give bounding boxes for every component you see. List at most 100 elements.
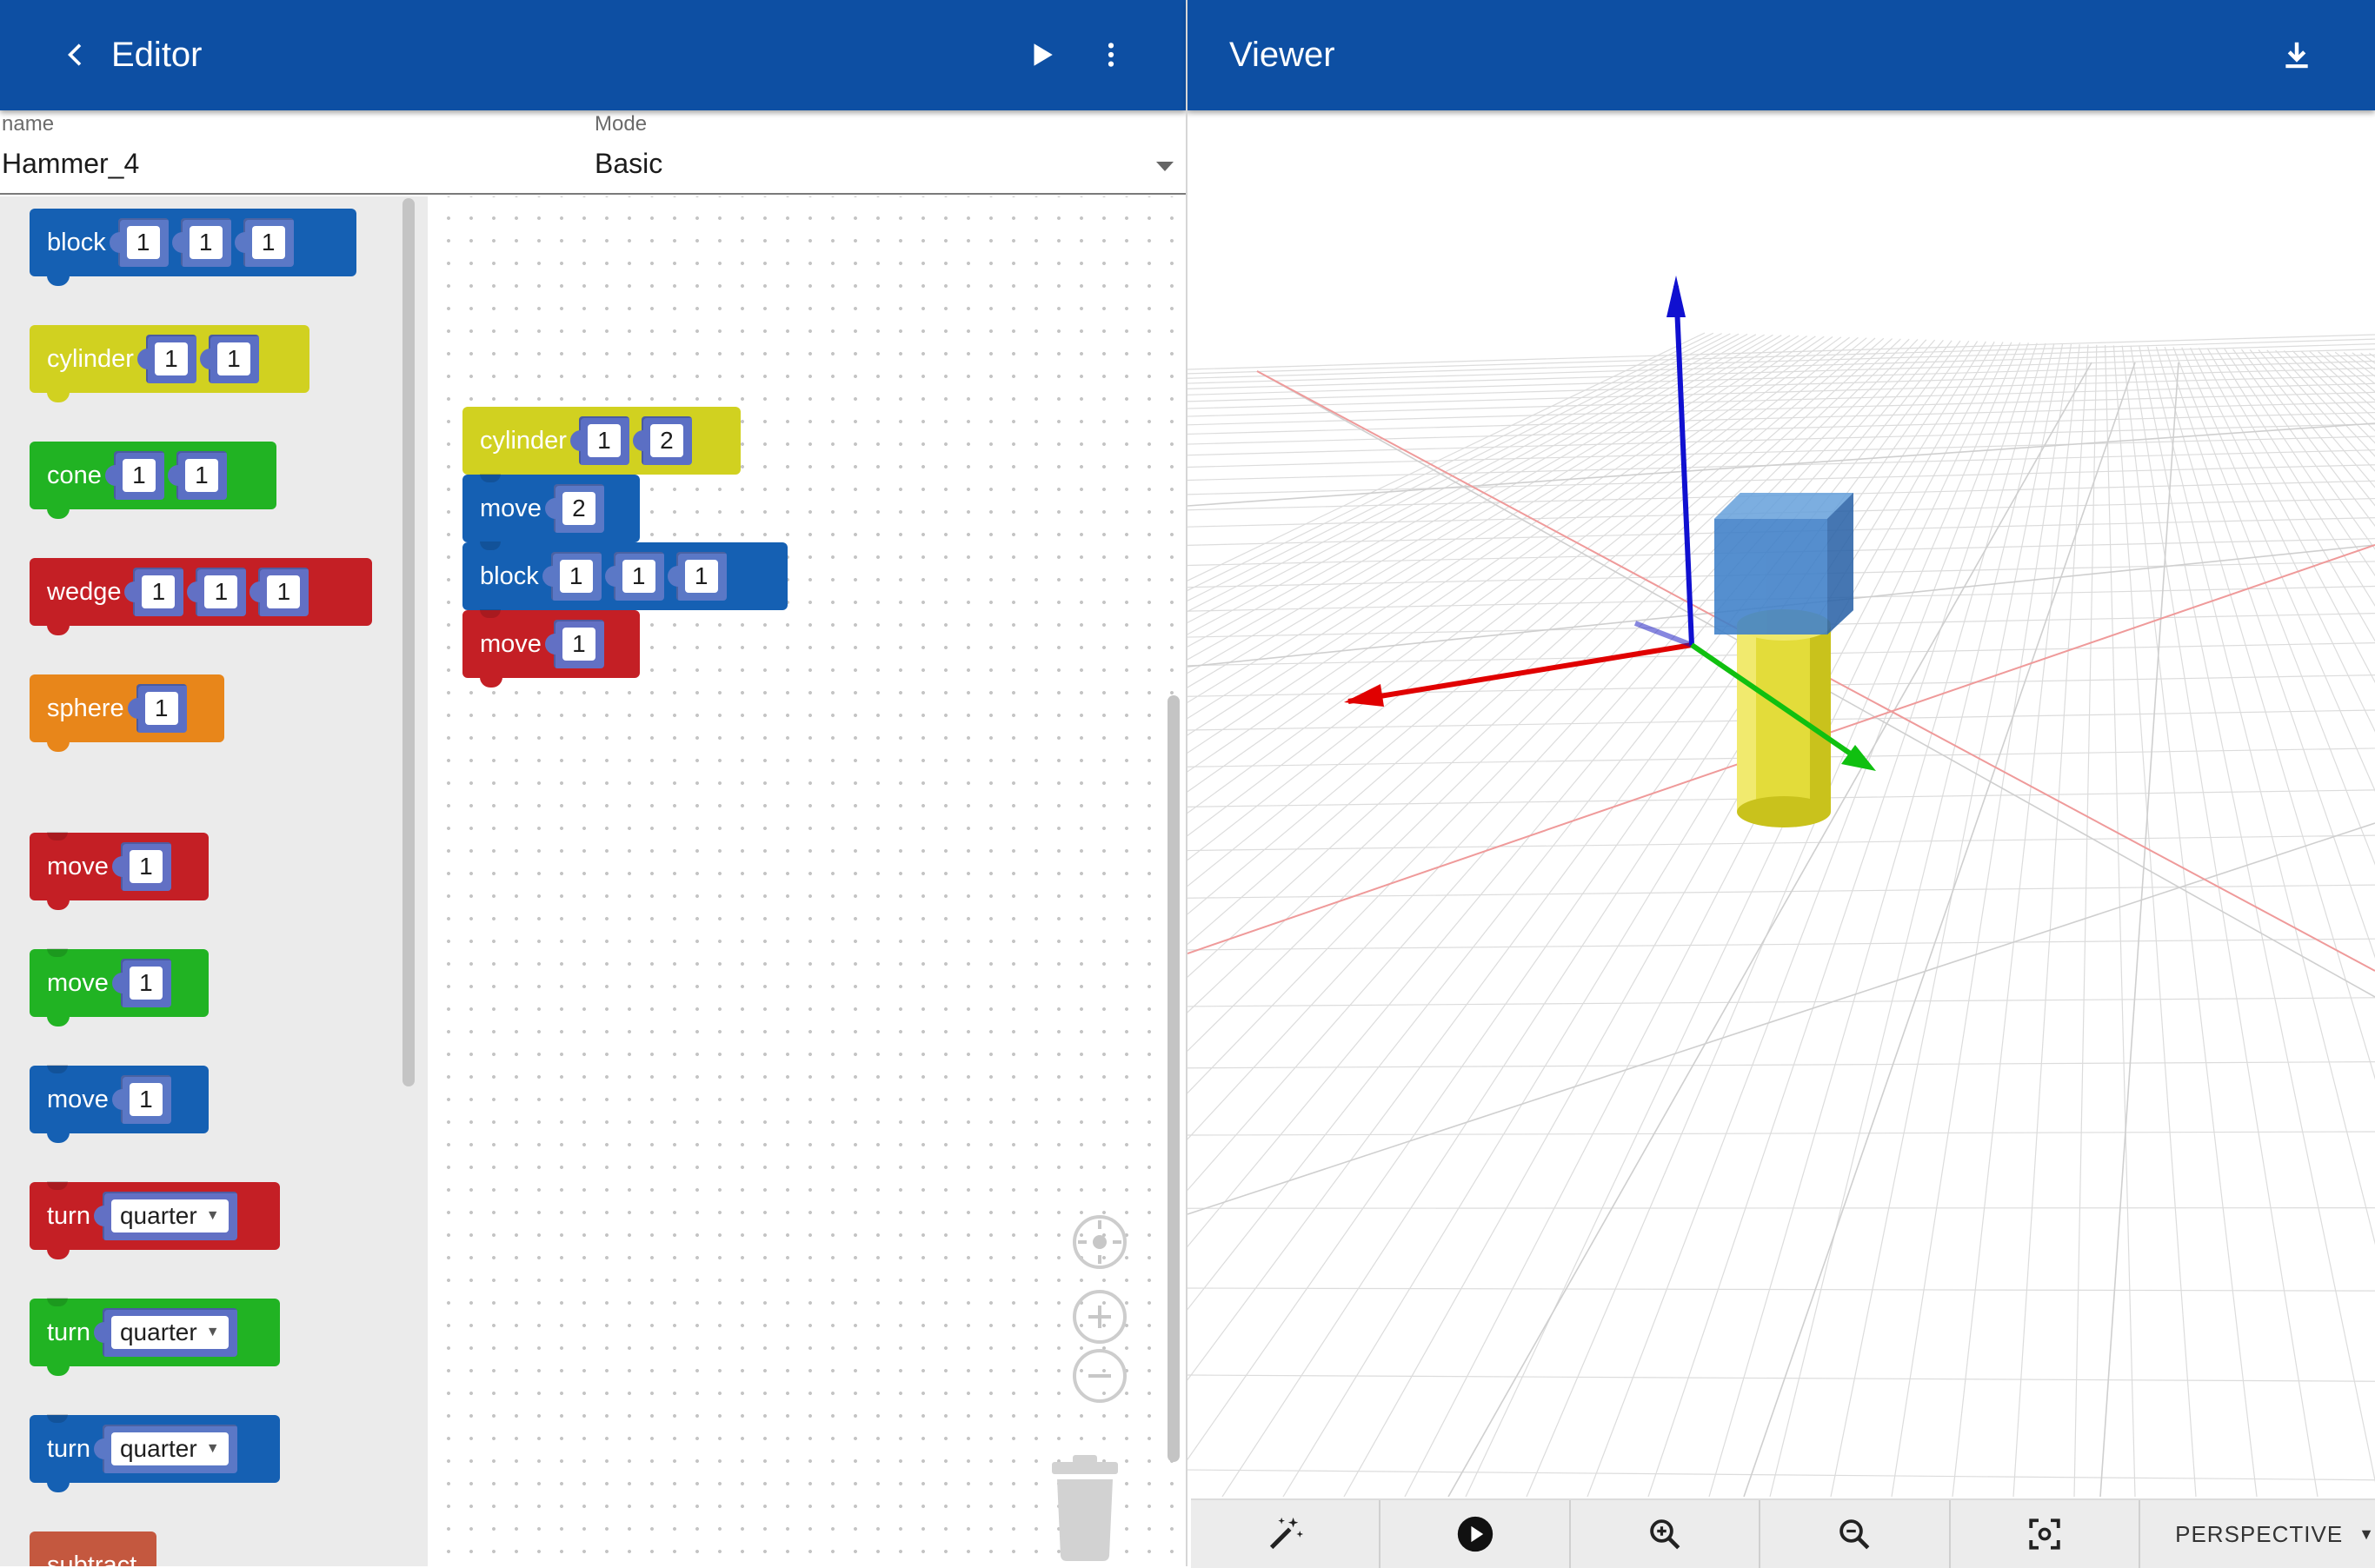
number-field[interactable]: 1 — [267, 575, 301, 608]
magic-wand-icon — [1270, 1517, 1304, 1550]
trash-button[interactable] — [1048, 1448, 1121, 1565]
input-slot: quarter ▼ — [93, 1308, 237, 1357]
number-field[interactable]: 1 — [144, 692, 178, 725]
3d-viewport[interactable] — [1188, 110, 2375, 1497]
flyout-block-move[interactable]: move 1 — [30, 948, 209, 1027]
download-icon — [2285, 42, 2308, 69]
viewer-toolbar: PERSPECTIVE ▼ — [1191, 1498, 2375, 1568]
workspace-scrollbar[interactable] — [1168, 695, 1180, 1462]
number-field[interactable]: 1 — [126, 226, 160, 259]
input-slot: 1 — [124, 568, 184, 616]
block-label: move — [480, 629, 542, 658]
number-field[interactable]: 1 — [142, 575, 176, 608]
center-view-button[interactable] — [1951, 1500, 2141, 1568]
number-field[interactable]: 1 — [154, 342, 188, 375]
number-field[interactable]: 1 — [129, 967, 163, 1000]
recenter-button[interactable] — [1073, 1215, 1127, 1269]
input-slot: 1 — [604, 552, 664, 601]
number-field[interactable]: 1 — [122, 459, 156, 492]
3d-scene[interactable] — [1188, 110, 2375, 1497]
number-field[interactable]: 1 — [562, 628, 595, 661]
workspace-block-move[interactable]: move 2 — [462, 474, 640, 552]
name-label: name — [2, 112, 55, 136]
projection-select[interactable]: PERSPECTIVE ▼ — [2140, 1500, 2375, 1568]
number-field[interactable]: 1 — [129, 1083, 163, 1116]
plus-icon — [1088, 1306, 1111, 1328]
viewer-app-bar: Viewer — [1188, 0, 2375, 110]
dropdown-caret-icon: ▼ — [205, 1325, 220, 1339]
number-field[interactable]: 1 — [184, 459, 218, 492]
flyout-block-cone[interactable]: cone 1 1 — [30, 442, 276, 519]
flyout-block-sphere[interactable]: sphere 1 — [30, 674, 224, 752]
number-field[interactable]: 2 — [649, 424, 683, 457]
block-label: move — [47, 852, 109, 880]
flyout-block-wedge[interactable]: wedge 1 1 1 — [30, 558, 372, 635]
zoom-out-button[interactable] — [1760, 1500, 1951, 1568]
block-label: wedge — [47, 577, 122, 606]
input-slot: 1 — [136, 335, 196, 383]
turn-dropdown[interactable]: quarter ▼ — [110, 1432, 229, 1465]
flyout-block-block[interactable]: block 1 1 1 — [30, 209, 356, 286]
number-field[interactable]: 1 — [587, 424, 621, 457]
trash-icon — [1052, 1455, 1118, 1561]
editor-app-bar: Editor — [0, 0, 1186, 110]
mode-select[interactable]: Basic — [595, 148, 662, 180]
block-label: turn — [47, 1201, 90, 1230]
projection-caret-icon: ▼ — [2358, 1525, 2375, 1543]
flyout-block-subtract[interactable]: subtract — [30, 1531, 156, 1566]
editor-title: Editor — [111, 36, 203, 74]
pane-divider[interactable] — [1186, 0, 1188, 1566]
mode-label: Mode — [595, 112, 648, 136]
zoom-in-button[interactable] — [1571, 1500, 1761, 1568]
animate-button[interactable] — [1380, 1500, 1571, 1568]
back-button[interactable] — [45, 24, 106, 85]
download-button[interactable] — [2266, 24, 2327, 85]
workspace-zoom-out-button[interactable] — [1073, 1349, 1127, 1403]
target-icon — [1078, 1220, 1121, 1264]
number-field[interactable]: 1 — [129, 850, 163, 883]
number-field[interactable]: 2 — [562, 492, 595, 525]
input-slot: 1 — [544, 620, 604, 668]
workspace-block-move[interactable]: move 1 — [462, 609, 640, 688]
workspace-zoom-in-button[interactable] — [1073, 1290, 1127, 1344]
flyout-block-move[interactable]: move 1 — [30, 1065, 209, 1143]
input-slot: quarter ▼ — [93, 1425, 237, 1473]
block-label: subtract — [47, 1551, 137, 1566]
turn-dropdown[interactable]: quarter ▼ — [110, 1316, 229, 1349]
number-field[interactable]: 1 — [684, 560, 718, 593]
block-workspace[interactable]: cylinder 1 2 move 2 block 1 1 1 move 1 — [428, 196, 1186, 1566]
block-label: move — [47, 968, 109, 997]
turn-dropdown[interactable]: quarter ▼ — [110, 1199, 229, 1232]
workspace-block-cylinder[interactable]: cylinder 1 2 — [462, 407, 741, 484]
block-label: cylinder — [47, 344, 134, 373]
flyout-block-move[interactable]: move 1 — [30, 832, 209, 910]
run-button[interactable] — [1011, 24, 1072, 85]
block-shape — [1714, 493, 1853, 635]
flyout-scrollbar[interactable] — [402, 198, 415, 1086]
number-field[interactable]: 1 — [189, 226, 223, 259]
number-field[interactable]: 1 — [622, 560, 655, 593]
flyout-block-turn[interactable]: turn quarter ▼ — [30, 1414, 280, 1492]
number-field[interactable]: 1 — [204, 575, 238, 608]
dropdown-caret-icon: ▼ — [205, 1441, 220, 1456]
more-vert-icon — [1108, 43, 1114, 67]
more-menu-button[interactable] — [1081, 24, 1141, 85]
flyout-block-turn[interactable]: turn quarter ▼ — [30, 1298, 280, 1376]
workspace-block-block[interactable]: block 1 1 1 — [462, 541, 788, 620]
input-slot: 2 — [632, 416, 692, 465]
number-field[interactable]: 1 — [216, 342, 250, 375]
number-field[interactable]: 1 — [559, 560, 593, 593]
zoom-in-icon — [1650, 1519, 1680, 1550]
cylinder-shape — [1737, 609, 1831, 827]
input-slot: 1 — [104, 451, 164, 500]
mode-dropdown-caret-icon[interactable] — [1156, 162, 1174, 171]
name-field[interactable]: Hammer_4 — [2, 148, 139, 180]
number-field[interactable]: 1 — [251, 226, 285, 259]
flyout-block-turn[interactable]: turn quarter ▼ — [30, 1181, 280, 1259]
input-slot: 1 — [167, 451, 227, 500]
dropdown-caret-icon: ▼ — [205, 1208, 220, 1223]
flyout-block-cylinder[interactable]: cylinder 1 1 — [30, 325, 309, 402]
block-label: move — [47, 1085, 109, 1113]
input-slot: 1 — [109, 218, 169, 267]
auto-fit-button[interactable] — [1191, 1500, 1381, 1568]
